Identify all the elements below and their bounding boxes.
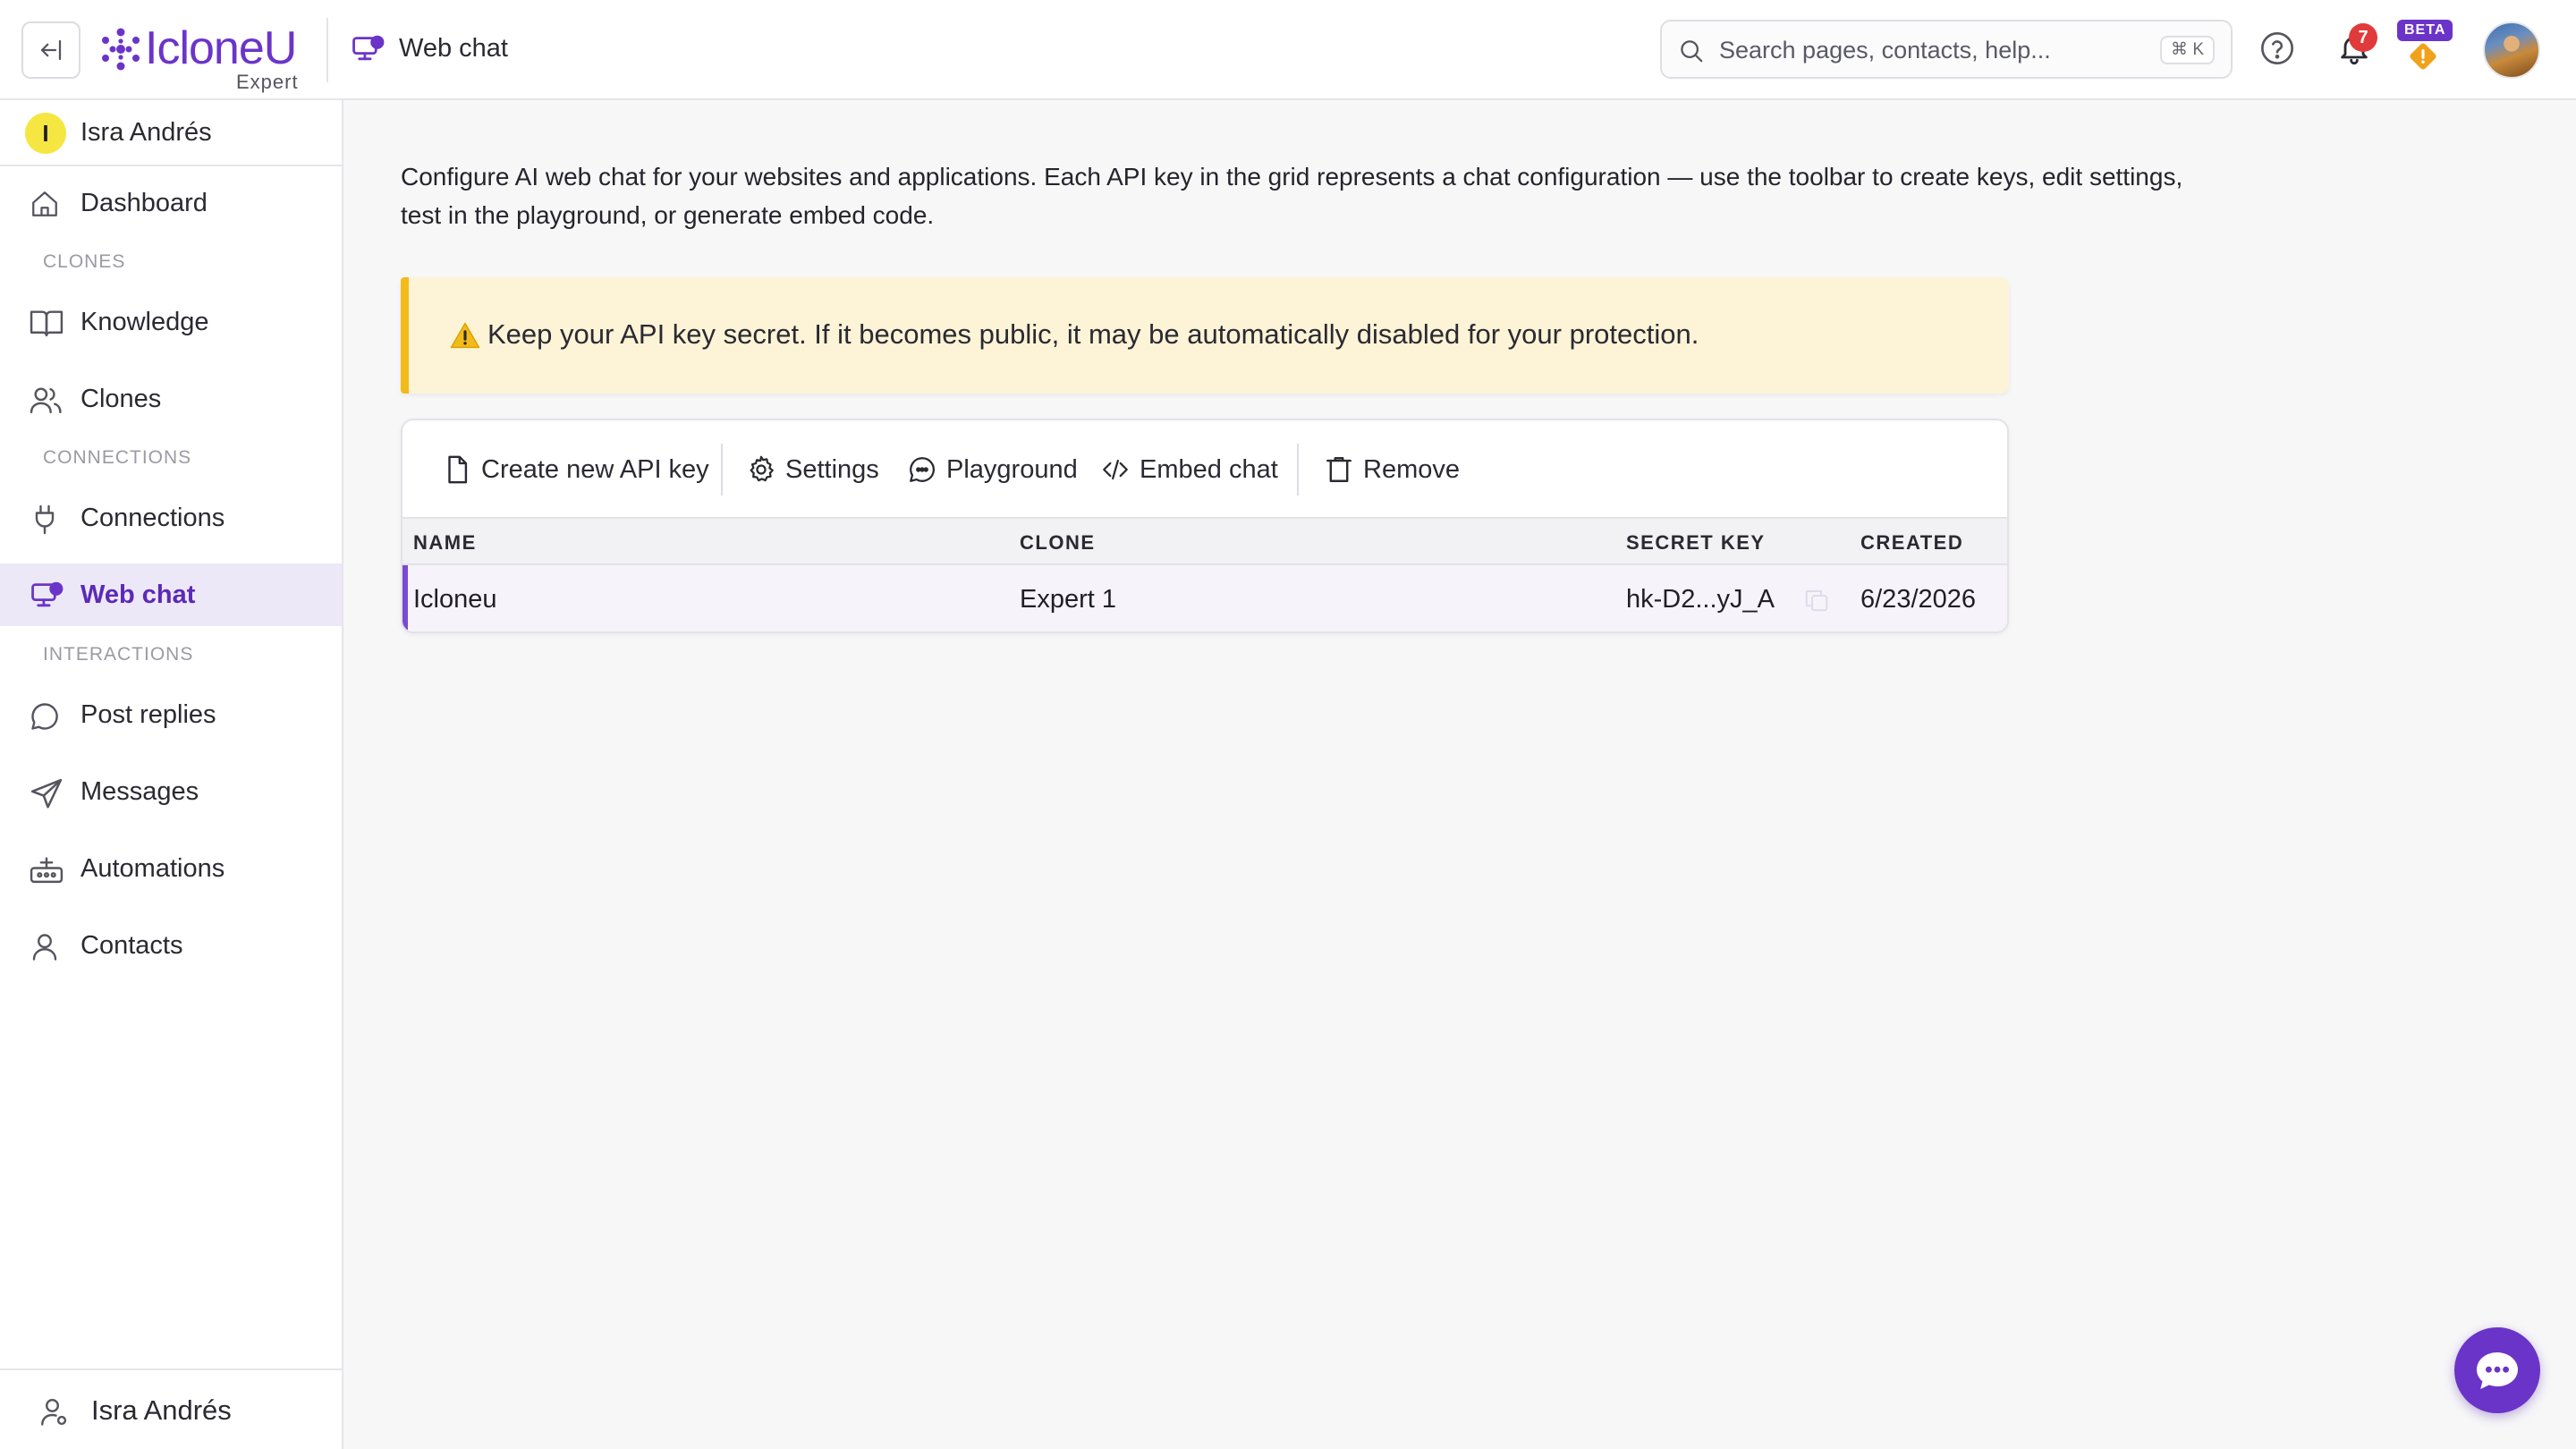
column-header-secret-key[interactable]: SECRET KEY xyxy=(1626,531,1766,555)
sidebar-item-dashboard[interactable]: Dashboard xyxy=(0,172,342,234)
warning-icon xyxy=(450,322,480,349)
sidebar-item-automations[interactable]: Automations xyxy=(0,837,342,900)
sidebar-item-label: Clones xyxy=(80,385,162,413)
gear-icon xyxy=(750,455,774,482)
brand-subtitle: Expert xyxy=(236,71,299,93)
collapse-left-icon xyxy=(40,39,62,61)
playground-button[interactable]: Playground xyxy=(907,449,1078,490)
header-divider xyxy=(326,18,328,82)
workspace-name: Isra Andrés xyxy=(80,118,212,147)
alert-text: Keep your API key secret. If it becomes … xyxy=(487,318,1699,350)
beta-badge[interactable]: BETA xyxy=(2397,20,2453,41)
user-icon xyxy=(32,934,57,961)
search-shortcut-hint: ⌘ K xyxy=(2160,36,2215,64)
copy-icon[interactable] xyxy=(1803,587,1830,614)
toolbar-button-label: Create new API key xyxy=(481,455,709,484)
sidebar-user-menu[interactable]: Isra Andrés xyxy=(0,1368,342,1449)
sidebar-item-post-replies[interactable]: Post replies xyxy=(0,683,342,746)
section-label-connections: CONNECTIONS xyxy=(43,447,192,468)
sidebar-item-label: Contacts xyxy=(80,931,183,960)
workspace-switcher[interactable]: I Isra Andrés xyxy=(0,100,342,166)
user-settings-icon xyxy=(41,1399,67,1426)
sidebar: I Isra Andrés Dashboard CLONES Knowledge… xyxy=(0,100,343,1449)
table-header: NAME CLONE SECRET KEY CREATED xyxy=(402,519,2007,565)
sidebar-item-messages[interactable]: Messages xyxy=(0,760,342,823)
help-icon[interactable] xyxy=(2259,30,2295,66)
global-search[interactable]: ⌘ K xyxy=(1660,20,2233,79)
send-icon xyxy=(30,778,63,809)
grid-toolbar: Create new API key Settings Playground E… xyxy=(402,420,2007,519)
column-header-name[interactable]: NAME xyxy=(413,531,477,555)
brand-name: IcloneU xyxy=(145,22,297,74)
page-title: Web chat xyxy=(399,34,508,63)
sidebar-user-name: Isra Andrés xyxy=(91,1394,232,1426)
workspace-avatar: I xyxy=(25,113,66,154)
plug-icon xyxy=(35,504,55,535)
sidebar-item-knowledge[interactable]: Knowledge xyxy=(0,291,342,353)
cell-secret-key: hk-D2...yJ_A xyxy=(1626,585,1775,614)
settings-button[interactable]: Settings xyxy=(746,449,879,490)
playground-chat-icon xyxy=(910,457,936,482)
toolbar-button-label: Settings xyxy=(785,455,879,484)
book-icon xyxy=(30,310,64,337)
new-file-icon xyxy=(448,455,468,484)
table-row[interactable]: Icloneu Expert 1 hk-D2...yJ_A 6/23/2026 xyxy=(402,565,2007,631)
toolbar-button-label: Remove xyxy=(1363,455,1460,484)
section-label-interactions: INTERACTIONS xyxy=(43,644,194,665)
sidebar-item-label: Dashboard xyxy=(80,189,208,217)
users-icon xyxy=(30,387,62,414)
sidebar-item-connections[interactable]: Connections xyxy=(0,487,342,549)
api-keys-grid: Create new API key Settings Playground E… xyxy=(401,419,2009,633)
collapse-sidebar-button[interactable] xyxy=(21,21,80,79)
sidebar-item-label: Web chat xyxy=(80,580,196,609)
sidebar-item-web-chat[interactable]: Web chat xyxy=(0,564,342,626)
monitor-chat-icon xyxy=(351,34,385,64)
api-key-warning-alert: Keep your API key secret. If it becomes … xyxy=(401,277,2009,394)
sidebar-item-label: Messages xyxy=(80,777,199,806)
chat-bubble-icon xyxy=(31,703,58,730)
sidebar-item-label: Connections xyxy=(80,504,225,532)
brand-logo-icon xyxy=(100,27,141,72)
cell-created: 6/23/2026 xyxy=(1860,585,1977,614)
toolbar-button-label: Playground xyxy=(946,455,1078,484)
warning-diamond-icon[interactable] xyxy=(2408,41,2438,72)
trash-icon xyxy=(1326,457,1352,482)
toolbar-button-label: Embed chat xyxy=(1140,455,1278,484)
sidebar-item-label: Automations xyxy=(80,854,225,883)
automation-icon xyxy=(30,857,64,884)
cell-clone: Expert 1 xyxy=(1020,585,1116,614)
sidebar-item-clones[interactable]: Clones xyxy=(0,368,342,430)
cell-name: Icloneu xyxy=(413,585,497,614)
column-header-created[interactable]: CREATED xyxy=(1860,531,1963,555)
remove-button[interactable]: Remove xyxy=(1324,449,1460,490)
page-description: Configure AI web chat for your websites … xyxy=(401,163,2183,229)
sidebar-item-label: Post replies xyxy=(80,700,216,729)
notifications-count-badge: 7 xyxy=(2349,23,2377,52)
top-bar: IcloneU Expert Web chat ⌘ K 7 BETA xyxy=(0,0,2576,100)
create-api-key-button[interactable]: Create new API key xyxy=(442,449,709,490)
home-icon xyxy=(32,191,57,216)
chat-bubble-icon xyxy=(2477,1352,2518,1389)
toolbar-divider xyxy=(1297,444,1299,496)
section-label-clones: CLONES xyxy=(43,251,126,272)
toolbar-divider xyxy=(721,444,723,496)
user-avatar[interactable] xyxy=(2483,21,2540,79)
monitor-chat-icon xyxy=(31,581,64,607)
sidebar-item-label: Knowledge xyxy=(80,308,209,336)
sidebar-item-contacts[interactable]: Contacts xyxy=(0,914,342,977)
code-icon xyxy=(1103,459,1128,480)
column-header-clone[interactable]: CLONE xyxy=(1020,531,1096,555)
support-chat-button[interactable] xyxy=(2454,1327,2540,1413)
search-icon xyxy=(1681,40,1703,63)
search-input[interactable] xyxy=(1719,32,2140,68)
embed-chat-button[interactable]: Embed chat xyxy=(1100,449,1278,490)
